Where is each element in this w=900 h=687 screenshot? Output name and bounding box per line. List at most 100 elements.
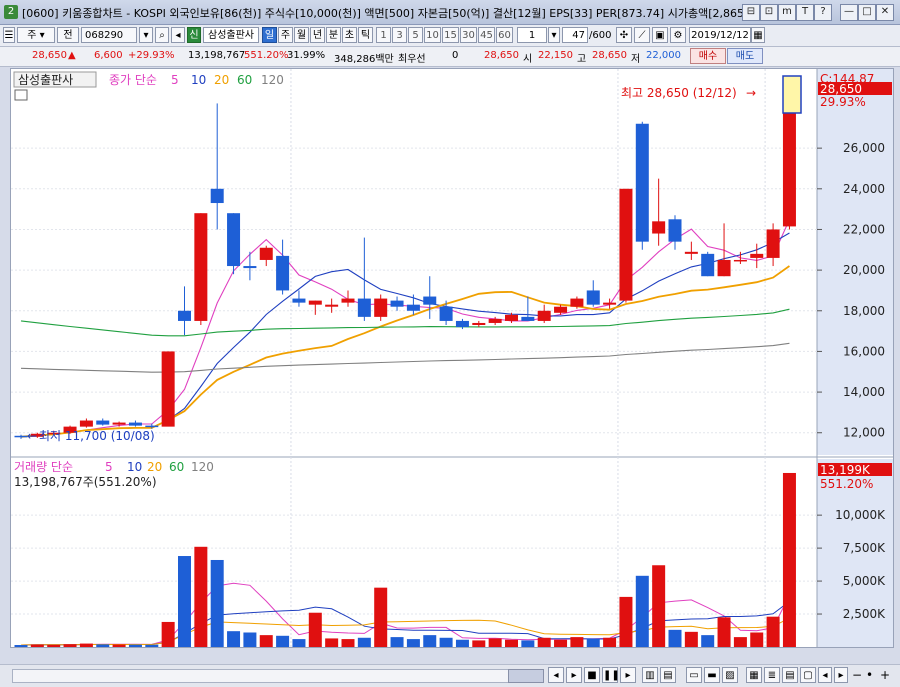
- candle-body: [194, 213, 208, 321]
- help-icon[interactable]: ?: [814, 4, 832, 21]
- vertical-grid: [290, 69, 766, 647]
- pct-tag: 29.93%: [820, 95, 866, 109]
- quote-low-label: 저: [631, 54, 641, 65]
- period-year-tab[interactable]: 년: [310, 27, 325, 43]
- quote-amount: 348,286백만: [334, 54, 394, 65]
- period-minute-tab[interactable]: 분: [326, 27, 341, 43]
- panel-grid-icon[interactable]: [14, 89, 28, 101]
- interval-45-button[interactable]: 45: [478, 27, 495, 43]
- volume-legend-ma60: 60: [169, 460, 184, 474]
- chart-tool-1-icon[interactable]: ▭: [686, 667, 702, 683]
- zoom-out-icon[interactable]: −: [852, 668, 862, 682]
- date-input[interactable]: 2019/12/12: [689, 27, 751, 43]
- layout-icon[interactable]: ⊟: [742, 4, 760, 21]
- candle-body: [308, 300, 322, 305]
- low-annotation: 최저 11,700 (10/08): [39, 429, 155, 443]
- price-tag: 28,650: [820, 82, 862, 96]
- reset-zoom-icon[interactable]: •: [866, 668, 873, 682]
- volume-bar: [668, 629, 682, 647]
- crosshair-icon[interactable]: ✣: [616, 27, 632, 43]
- candle-body: [325, 304, 339, 307]
- candle-body: [684, 251, 698, 254]
- interval-input[interactable]: 1: [517, 27, 547, 43]
- minimize-button[interactable]: —: [840, 4, 858, 21]
- interval-dropdown-icon[interactable]: ▾: [548, 27, 560, 43]
- prev-button[interactable]: 전: [57, 27, 79, 43]
- memo-icon[interactable]: ⅿ: [778, 4, 796, 21]
- interval-1-button[interactable]: 1: [376, 27, 391, 43]
- volume-bar: [684, 631, 698, 647]
- candle-body: [603, 302, 617, 305]
- type-select[interactable]: 주 ▾: [17, 27, 55, 43]
- line-draw-icon[interactable]: ⟋: [634, 27, 650, 43]
- close-button[interactable]: ✕: [876, 4, 894, 21]
- period-day-tab[interactable]: 일: [262, 27, 277, 43]
- volume-bar: [603, 637, 617, 647]
- zoom-in-bars-icon[interactable]: ▤: [660, 667, 676, 683]
- restore-icon[interactable]: ⊡: [760, 4, 778, 21]
- selection-box[interactable]: [782, 75, 802, 114]
- calendar-icon[interactable]: ▦: [751, 27, 765, 43]
- price-tick-label: 12,000: [843, 426, 885, 440]
- list-view-icon[interactable]: ≣: [764, 667, 780, 683]
- volume-bar: [227, 631, 241, 647]
- period-month-tab[interactable]: 월: [294, 27, 309, 43]
- play-button[interactable]: ▸: [566, 667, 582, 683]
- pause-button[interactable]: ❚❚: [602, 667, 620, 683]
- chart-svg[interactable]: 12,000 14,000 16,000 18,000 20,000 22,000 24,0…: [11, 69, 893, 647]
- chart-tool-3-icon[interactable]: ▨: [722, 667, 738, 683]
- code-dropdown-icon[interactable]: ▾: [139, 27, 153, 43]
- volume-legend-ma20: 20: [147, 460, 162, 474]
- volume-bar: [586, 638, 600, 647]
- interval-3-button[interactable]: 3: [392, 27, 407, 43]
- stock-code-input[interactable]: 068290: [81, 27, 137, 43]
- period-week-tab[interactable]: 주: [278, 27, 293, 43]
- volume-bar: [652, 565, 666, 647]
- interval-15-button[interactable]: 15: [442, 27, 459, 43]
- scroll-right-button[interactable]: ▸: [834, 667, 848, 683]
- price-legend-ma60: 60: [237, 73, 252, 87]
- zoom-out-bars-icon[interactable]: ▥: [642, 667, 658, 683]
- candles: [14, 94, 796, 439]
- save-icon[interactable]: ▣: [652, 27, 668, 43]
- split-view-icon[interactable]: ▤: [782, 667, 798, 683]
- text-icon[interactable]: T: [796, 4, 814, 21]
- stock-name-field[interactable]: 삼성출판사: [203, 27, 259, 43]
- grid-view-icon[interactable]: ▦: [746, 667, 762, 683]
- interval-5-button[interactable]: 5: [408, 27, 423, 43]
- scrollbar-thumb[interactable]: [508, 669, 544, 683]
- sell-button[interactable]: 매도: [727, 48, 763, 64]
- scrollbar-track[interactable]: [12, 669, 544, 683]
- scroll-left-button[interactable]: ◂: [818, 667, 832, 683]
- step-right-button[interactable]: ▸: [620, 667, 636, 683]
- buy-button[interactable]: 매수: [690, 48, 726, 64]
- count-total: /600: [589, 30, 612, 41]
- interval-60-button[interactable]: 60: [496, 27, 513, 43]
- period-tick-tab[interactable]: 틱: [358, 27, 373, 43]
- count-input[interactable]: 47: [562, 27, 588, 43]
- ma-line-120: [20, 342, 790, 373]
- interval-10-button[interactable]: 10: [424, 27, 441, 43]
- volume-bar: [30, 644, 44, 647]
- settings-icon[interactable]: ⚙: [670, 27, 686, 43]
- volume-bar: [472, 640, 486, 647]
- interval-30-button[interactable]: 30: [460, 27, 477, 43]
- volume-bar: [717, 617, 731, 647]
- maximize-button[interactable]: □: [858, 4, 876, 21]
- candle-body: [357, 298, 371, 317]
- toolbar-menu-icon[interactable]: ☰: [3, 27, 15, 43]
- period-second-tab[interactable]: 초: [342, 27, 357, 43]
- sound-icon[interactable]: ◂: [171, 27, 185, 43]
- candle-body: [521, 316, 535, 321]
- volume-bar: [128, 644, 142, 647]
- chart-area[interactable]: 12,000 14,000 16,000 18,000 20,000 22,000 24,0…: [10, 68, 894, 648]
- search-icon[interactable]: ⌕: [155, 27, 169, 43]
- zoom-in-icon[interactable]: +: [880, 668, 890, 682]
- window-badge: 2: [4, 5, 18, 19]
- volume-bar: [145, 644, 159, 647]
- compact-view-icon[interactable]: ▢: [800, 667, 816, 683]
- play-left-button[interactable]: ◂: [548, 667, 564, 683]
- volume-grid: [11, 514, 817, 615]
- chart-tool-2-icon[interactable]: ▬: [704, 667, 720, 683]
- stop-button[interactable]: ■: [584, 667, 600, 683]
